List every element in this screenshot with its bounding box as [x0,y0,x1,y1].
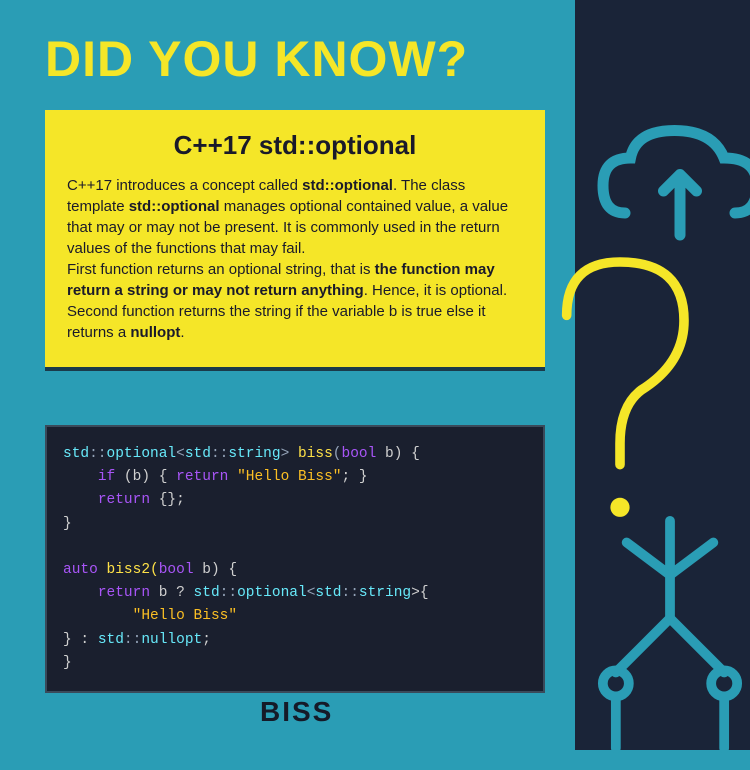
text: First function returns an optional strin… [67,261,375,278]
code-line: "Hello Biss" [63,605,527,628]
code-line: std::optional<std::string> biss(bool b) … [63,443,527,466]
code-line: } : std::nullopt; [63,629,527,652]
card-title: C++17 std::optional [67,130,523,161]
code-line: return b ? std::optional<std::string>{ [63,582,527,605]
bold-term: std::optional [302,177,393,194]
text: . [180,324,184,341]
headline: DID YOU KNOW? [45,30,468,88]
text: . Hence, it is optional. [364,282,507,299]
code-line: if (b) { return "Hello Biss"; } [63,466,527,489]
bold-term: std::optional [129,198,220,215]
code-line: return {}; [63,489,527,512]
code-line: auto biss2(bool b) { [63,559,527,582]
circuit-icon [560,510,750,770]
code-line: } [63,652,527,675]
code-line: } [63,513,527,536]
code-block: std::optional<std::string> biss(bool b) … [45,425,545,693]
footer-logo: BISS [260,696,333,728]
code-line [63,536,527,559]
info-card: C++17 std::optional C++17 introduces a c… [45,110,545,371]
text: C++17 introduces a concept called [67,177,302,194]
bold-term: nullopt [130,324,180,341]
card-body: C++17 introduces a concept called std::o… [67,175,523,343]
